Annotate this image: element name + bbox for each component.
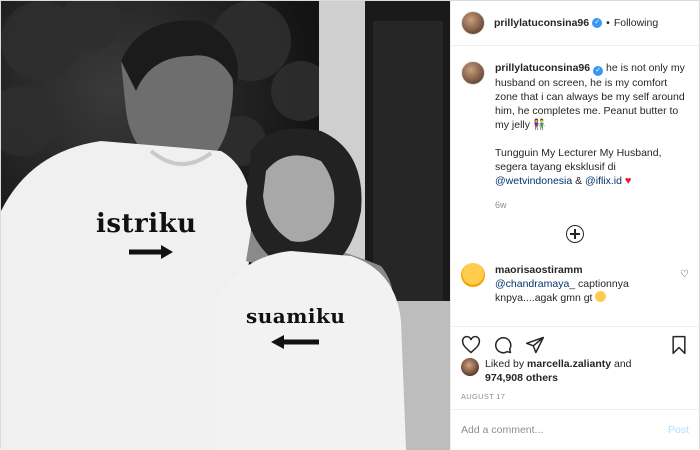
post-photo[interactable]: istriku suamiku [1, 1, 450, 450]
caption-username[interactable]: prillylatuconsina96 [495, 62, 590, 74]
likes-text: Liked by marcella.zalianty and 974,908 o… [485, 357, 632, 385]
comment-icon[interactable] [493, 335, 513, 355]
grimace-emoji-icon [595, 291, 607, 302]
bookmark-icon[interactable] [669, 335, 689, 355]
post-caption: prillylatuconsina96 ✓ he is not only my h… [461, 61, 689, 212]
action-bar [451, 326, 699, 356]
commenter-username[interactable]: maorisaostiramm [495, 264, 583, 276]
likes-prefix: Liked by [485, 358, 528, 370]
share-icon[interactable] [525, 335, 545, 355]
likes-summary: Liked by marcella.zalianty and 974,908 o… [461, 357, 689, 385]
caption-text-2: Tungguin My Lecturer My Husband, segera … [495, 147, 662, 173]
mention-wetvindonesia[interactable]: @wetvindonesia [495, 175, 572, 187]
comment-body: maorisaostiramm @chandramaya_ captionnya… [495, 263, 674, 305]
heart-icon[interactable] [461, 335, 481, 355]
header-separator: • [606, 17, 610, 29]
likes-and: and [611, 358, 632, 370]
comments-section: prillylatuconsina96 ✓ he is not only my h… [451, 46, 699, 318]
comment-input[interactable] [461, 424, 668, 436]
verified-badge-icon: ✓ [593, 66, 604, 76]
red-heart-icon: ♥ [624, 175, 632, 187]
commenter-avatar[interactable] [461, 263, 485, 287]
load-more-row [461, 225, 689, 243]
post-side-panel: prillylatuconsina96 ✓ • Following prilly… [450, 1, 699, 450]
caption-amp: & [572, 175, 586, 187]
comment-item: maorisaostiramm @chandramaya_ captionnya… [461, 263, 689, 305]
caption-time-ago[interactable]: 6w [495, 198, 689, 212]
add-comment-bar: Post [451, 409, 699, 450]
author-avatar[interactable] [461, 11, 485, 35]
following-button[interactable]: Following [614, 17, 658, 29]
shirt-right-text: suamiku [246, 304, 346, 328]
verified-badge-icon: ✓ [592, 18, 603, 28]
plus-circle-icon[interactable] [566, 225, 584, 243]
post-header: prillylatuconsina96 ✓ • Following [451, 1, 699, 46]
liker-avatar[interactable] [461, 358, 479, 376]
post-button[interactable]: Post [668, 424, 689, 436]
likes-count[interactable]: 974,908 others [485, 372, 558, 384]
comment-mention[interactable]: @chandramaya_ [495, 278, 575, 290]
post-date[interactable]: AUGUST 17 [461, 392, 505, 401]
shirt-left-text: istriku [96, 209, 197, 239]
comment-like-heart-icon[interactable]: ♡ [680, 269, 689, 305]
mention-iflix[interactable]: @iflix.id [585, 175, 622, 187]
caption-body: prillylatuconsina96 ✓ he is not only my h… [495, 61, 689, 212]
instagram-post: istriku suamiku prillylatuconsina96 ✓ • … [0, 0, 700, 450]
liker-username[interactable]: marcella.zalianty [527, 358, 611, 370]
photo-illustration [1, 1, 450, 450]
caption-avatar[interactable] [461, 61, 485, 85]
author-username[interactable]: prillylatuconsina96 [494, 17, 589, 29]
